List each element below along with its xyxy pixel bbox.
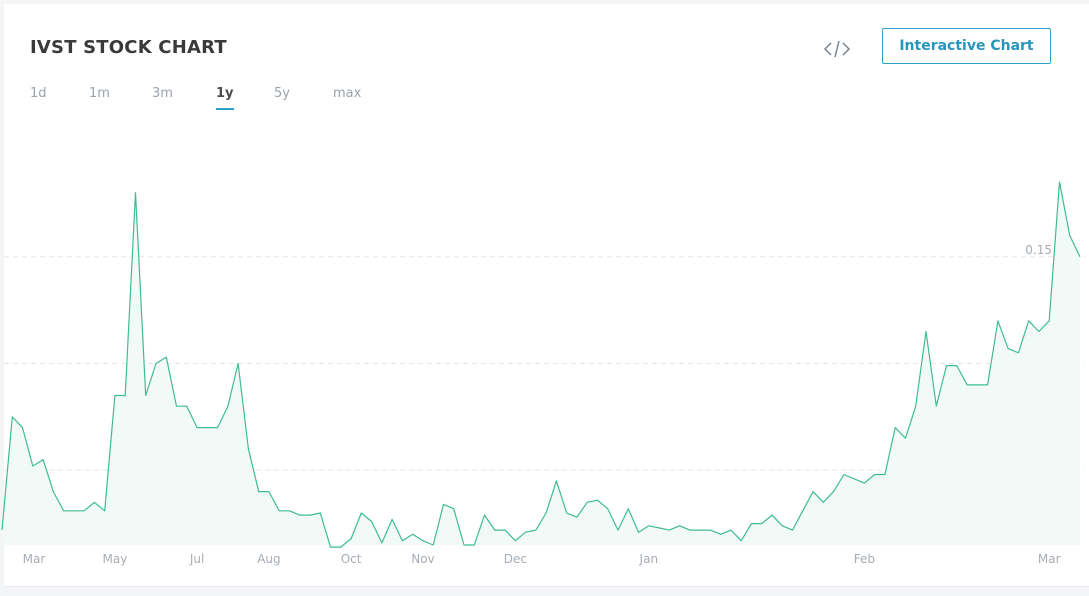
price-area <box>2 182 1080 548</box>
y-tick-label: 0.15 <box>1025 243 1052 257</box>
x-tick-label: May <box>103 552 128 566</box>
x-tick-label: Mar <box>1038 552 1061 566</box>
x-tick-label: Nov <box>411 552 434 566</box>
x-tick-label: Jan <box>639 552 659 566</box>
x-tick-label: Mar <box>23 552 46 566</box>
price-chart: 0.050.10.15MarMayJulAugOctNovDecJanFebMa… <box>1 181 1085 566</box>
x-tick-label: Aug <box>257 552 280 566</box>
x-tick-label: Dec <box>504 552 527 566</box>
x-tick-label: Feb <box>854 552 875 566</box>
x-tick-label: Oct <box>341 552 362 566</box>
x-tick-label: Jul <box>189 552 204 566</box>
